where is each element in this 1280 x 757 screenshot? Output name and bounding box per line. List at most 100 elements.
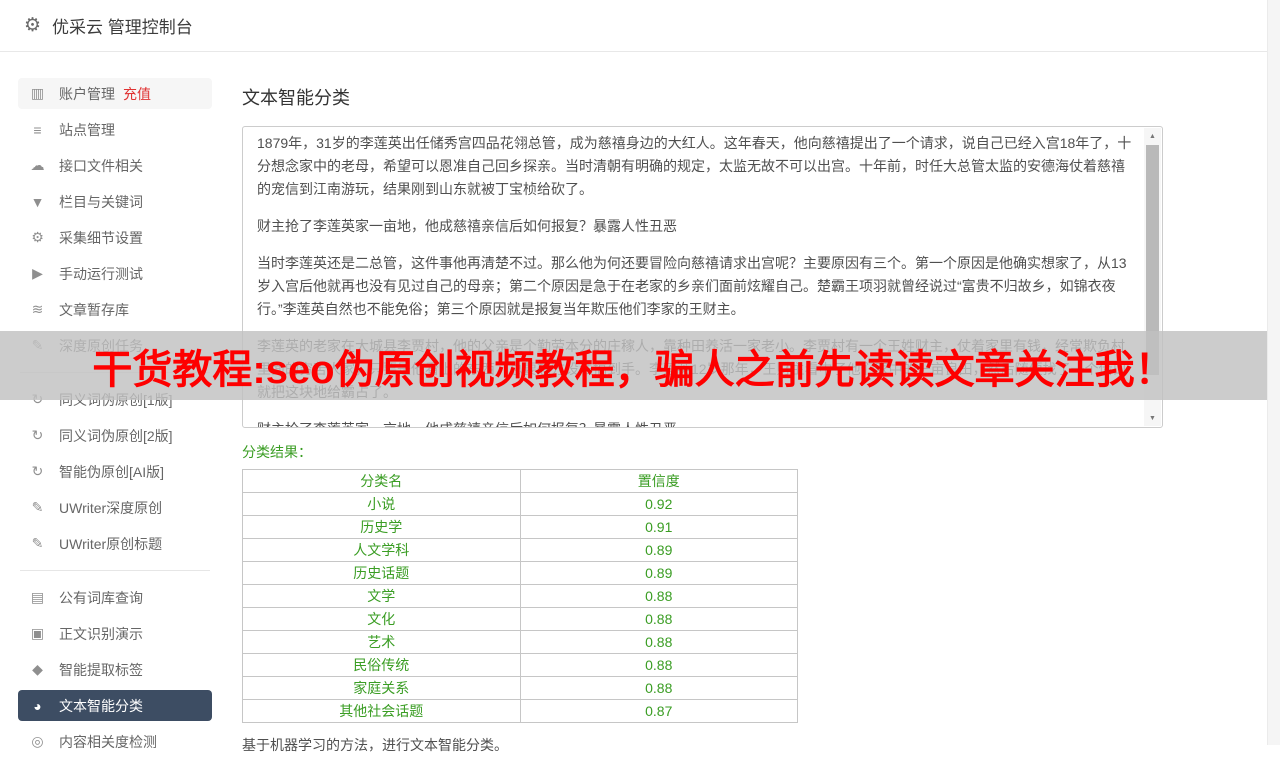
table-row: 小说 0.92 [242,492,798,516]
table-cell: 其他社会话题 [242,699,521,723]
sidebar-item-collect-settings[interactable]: ⚙ 采集细节设置 [18,222,212,253]
table-header-cell: 置信度 [519,469,798,493]
refresh-icon: ↻ [31,463,44,479]
sidebar-item-label: 同义词伪原创[2版] [59,427,173,444]
book-icon: ▤ [30,589,45,605]
sidebar-item-label: 栏目与关键词 [59,193,143,210]
table-body: 小说 0.92 历史学 0.91 人文学科 0.89 历史话题 0.89 文学 0.88 文化 0.8… [242,492,798,723]
table-row: 文学 0.88 [242,584,798,608]
table-cell: 人文学科 [242,538,521,562]
sidebar-item-smart-tag-extract[interactable]: ◆ 智能提取标签 [18,654,212,685]
page-title: 文本智能分类 [242,88,350,108]
table-row: 民俗传统 0.88 [242,653,798,677]
edit-icon: ✎ [31,535,44,551]
table-row: 历史话题 0.89 [242,561,798,585]
article-paragraph: 财主抢了李莲英家一亩地，他成慈禧亲信后如何报复？暴露人性丑恶 [257,418,1132,427]
sidebar-item-site-manage[interactable]: ≡ 站点管理 [18,114,212,145]
cloud-upload-icon: ☁ [30,157,45,173]
pie-chart-icon: ◕ [33,697,42,714]
sidebar-item-label: UWriter原创标题 [59,535,163,552]
table-header-cell: 分类名 [242,469,521,493]
table-cell: 0.91 [519,515,798,539]
sidebar-item-label: 站点管理 [59,121,115,138]
sidebar-item-columns-keywords[interactable]: ▼ 栏目与关键词 [18,186,212,217]
table-row: 家庭关系 0.88 [242,676,798,700]
edit-icon: ✎ [31,499,44,515]
table-cell: 文化 [242,607,521,631]
sidebar-item-uwriter-deep-original[interactable]: ✎ UWriter深度原创 [18,492,212,523]
page-scrollbar[interactable] [1267,0,1280,745]
table-cell: 0.88 [519,653,798,677]
sidebar-item-label: 接口文件相关 [59,157,143,174]
monitor-icon: ▣ [30,625,45,641]
tag-icon: ◆ [32,661,43,677]
table-row: 艺术 0.88 [242,630,798,654]
table-cell: 0.88 [519,630,798,654]
app-header: ⚙ 优采云 管理控制台 [0,0,1280,52]
sidebar-item-content-relevance-check[interactable]: ◎ 内容相关度检测 [18,726,212,757]
ad-banner-text: 干货教程:seo伪原创视频教程，骗人之前先读读文章关注我！ [92,347,1175,392]
server-icon: ≡ [33,121,42,138]
recharge-badge[interactable]: 充值 [123,84,151,104]
sidebar-item-label: UWriter深度原创 [59,499,163,516]
sidebar-item-label: 采集细节设置 [59,229,143,246]
sidebar-item-label: 手动运行测试 [59,265,143,282]
gear-icon: ⚙ [24,15,42,36]
sidebar-item-interface-files[interactable]: ☁ 接口文件相关 [18,150,212,181]
table-row: 文化 0.88 [242,607,798,631]
sidebar-item-text-classification[interactable]: ◕ 文本智能分类 [18,690,212,721]
footer-note: 基于机器学习的方法，进行文本智能分类。 [242,737,508,753]
table-cell: 0.92 [519,492,798,516]
table-cell: 文学 [242,584,521,608]
sidebar-divider [20,570,210,571]
table-cell: 历史学 [242,515,521,539]
scroll-down-arrow-icon[interactable]: ▼ [1144,410,1161,426]
play-circle-icon: ▶ [32,265,43,281]
article-paragraph: 财主抢了李莲英家一亩地，他成慈禧亲信后如何报复？暴露人性丑恶 [257,218,677,234]
filter-icon: ▼ [30,193,45,210]
sidebar-item-body-recognition-demo[interactable]: ▣ 正文识别演示 [18,618,212,649]
sidebar-item-public-lexicon-query[interactable]: ▤ 公有词库查询 [18,582,212,613]
sidebar-item-article-staging[interactable]: ≋ 文章暂存库 [18,294,212,325]
sidebar-item-account-manage[interactable]: ▥ 账户管理 充值 [18,78,212,109]
result-label: 分类结果： [242,444,312,460]
sidebar-item-label: 智能伪原创[AI版] [59,463,165,480]
table-cell: 0.89 [519,561,798,585]
article-paragraph: 1879年，31岁的李莲英出任储秀宫四品花翎总管，成为慈禧身边的大红人。这年春天… [257,135,1132,197]
table-cell: 0.88 [519,584,798,608]
sidebar-item-uwriter-original-title[interactable]: ✎ UWriter原创标题 [18,528,212,559]
table-row: 其他社会话题 0.87 [242,699,798,723]
app-title: 优采云 管理控制台 [52,18,193,37]
table-row: 历史学 0.91 [242,515,798,539]
table-header-row: 分类名 置信度 [242,469,798,493]
refresh-icon: ↻ [31,427,44,443]
table-cell: 0.88 [519,607,798,631]
results-table: 分类名 置信度 小说 0.92 历史学 0.91 人文学科 0.89 历史话题 0.89 文学 0.… [242,469,798,723]
bar-chart-icon: ▥ [30,85,45,101]
database-icon: ≋ [31,301,44,317]
gears-icon: ⚙ [31,229,44,245]
sidebar-item-label: 正文识别演示 [59,625,143,642]
sidebar-item-label: 文章暂存库 [59,301,129,318]
table-cell: 家庭关系 [242,676,521,700]
ad-banner: 干货教程:seo伪原创视频教程，骗人之前先读读文章关注我！ [0,331,1267,400]
sidebar-item-ai-rewrite[interactable]: ↻ 智能伪原创[AI版] [18,456,212,487]
sidebar-item-label: 智能提取标签 [59,661,143,678]
table-row: 人文学科 0.89 [242,538,798,562]
sidebar-item-label: 文本智能分类 [59,697,143,714]
table-cell: 民俗传统 [242,653,521,677]
sidebar-item-label: 公有词库查询 [59,589,143,606]
sidebar-item-synonym-rewrite-v2[interactable]: ↻ 同义词伪原创[2版] [18,420,212,451]
table-cell: 历史话题 [242,561,521,585]
relevance-icon: ◎ [31,733,44,749]
scroll-up-arrow-icon[interactable]: ▲ [1144,128,1161,144]
table-cell: 小说 [242,492,521,516]
sidebar-item-label: 账户管理 [59,85,115,102]
table-cell: 0.88 [519,676,798,700]
sidebar-item-label: 内容相关度检测 [59,733,157,750]
article-paragraph: 当时李莲英还是二总管，这件事他再清楚不过。那么他为何还要冒险向慈禧请求出宫呢？主… [257,255,1127,317]
table-cell: 艺术 [242,630,521,654]
sidebar-item-manual-run-test[interactable]: ▶ 手动运行测试 [18,258,212,289]
table-cell: 0.89 [519,538,798,562]
table-cell: 0.87 [519,699,798,723]
